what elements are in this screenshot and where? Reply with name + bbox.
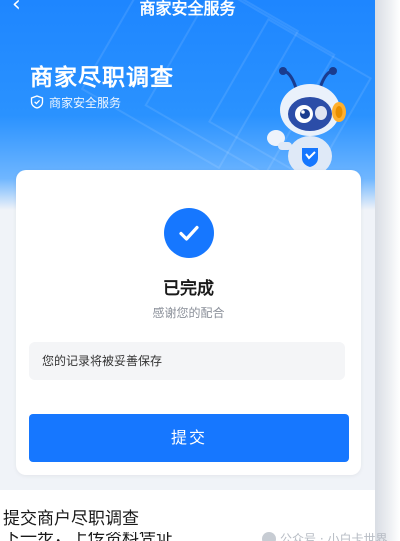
hero-title: 商家尽职调查 [30, 65, 174, 91]
article-caption: 提交商户尽职调查 [3, 509, 139, 529]
check-icon [179, 225, 199, 241]
status-title: 已完成 [163, 279, 214, 299]
submit-button[interactable]: 提交 [29, 414, 349, 462]
wechat-account-icon [262, 531, 276, 541]
record-note: 您的记录将被妥善保存 [29, 342, 345, 380]
page-edge [375, 0, 400, 541]
watermark: 公众号 · 小白卡世界 [262, 530, 400, 541]
article-next-step-clip: 下一步，上传资料凭证 [3, 532, 263, 541]
watermark-text: 公众号 · 小白卡世界 [280, 532, 388, 541]
watermark-clip: 公众号 · 小白卡世界 [262, 530, 400, 541]
result-card: 已完成 感谢您的配合 您的记录将被妥善保存 提交 [16, 170, 361, 475]
app-screen: ‹ 商家安全服务 商家尽职调查 商家安全服务 已完成 感谢您的配合 您的记录将被… [0, 0, 375, 490]
shield-icon [30, 95, 44, 109]
status-subtitle: 感谢您的配合 [152, 306, 225, 320]
page-title: 商家安全服务 [139, 0, 236, 18]
hero-subtitle: 商家安全服务 [30, 93, 121, 111]
success-badge [164, 208, 214, 258]
article-next-step: 下一步，上传资料凭证 [3, 532, 263, 541]
nav-bar: ‹ 商家安全服务 [0, 0, 375, 22]
robot-ant-mascot-icon [267, 67, 346, 181]
hero-subtitle-label: 商家安全服务 [49, 95, 122, 110]
